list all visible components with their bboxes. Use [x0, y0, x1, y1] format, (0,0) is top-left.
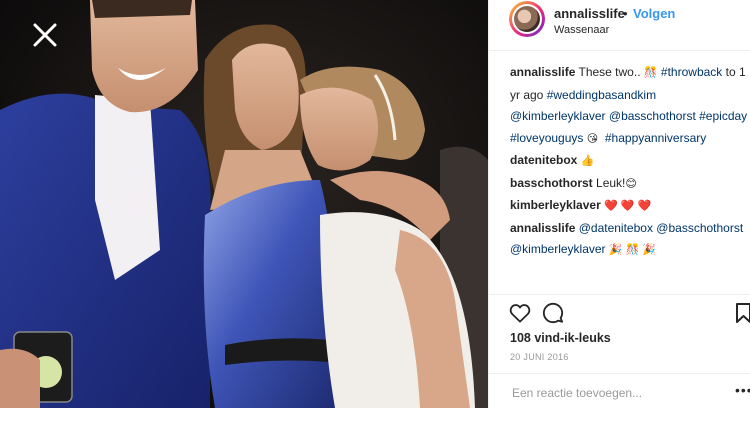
bottom-blank-area — [0, 408, 750, 431]
heart-icon[interactable] — [509, 303, 531, 323]
avatar[interactable] — [509, 1, 545, 37]
comment-username[interactable]: annalisslife — [510, 221, 575, 235]
comment: kimberleyklaver ❤️ ❤️ ❤️ — [510, 197, 750, 216]
comment-continuation: #loveyouguys 😘 #happyanniversary — [510, 130, 750, 149]
add-comment-input[interactable] — [510, 383, 714, 403]
close-icon[interactable] — [30, 20, 60, 50]
likes-count[interactable]: 108 vind-ik-leuks — [510, 331, 611, 345]
mention-link[interactable]: @kimberleyklaver — [510, 109, 606, 123]
comment-continuation: @kimberleyklaver @basschothorst #epicday — [510, 108, 750, 126]
comments-list: annalisslife These two.. 🎊 #throwback to… — [510, 64, 750, 264]
hashtag-link[interactable]: #weddingbasandkim — [547, 88, 656, 102]
emoji: ❤️ ❤️ ❤️ — [604, 200, 652, 212]
comment: datenitebox 👍 — [510, 152, 750, 171]
comment-username[interactable]: annalisslife — [510, 65, 575, 79]
comment-username[interactable]: kimberleyklaver — [510, 198, 601, 212]
mention-link[interactable]: @basschothorst — [656, 221, 743, 235]
party-photo-illustration — [0, 0, 488, 408]
bookmark-icon[interactable] — [736, 303, 750, 323]
comment: basschothorst Leuk!😊 — [510, 175, 750, 194]
comment: annalisslife @datenitebox @basschothorst — [510, 220, 750, 238]
hashtag-link[interactable]: #happyanniversary — [605, 131, 706, 145]
emoji: 👍 — [580, 155, 595, 167]
comment: annalisslife These two.. 🎊 #throwback to… — [510, 64, 750, 83]
hashtag-link[interactable]: #throwback — [661, 65, 722, 79]
post-location[interactable]: Wassenaar — [554, 24, 609, 36]
comment-continuation: yr ago #weddingbasandkim — [510, 87, 750, 105]
emoji: 🎊 — [643, 67, 658, 79]
follow-button[interactable]: Volgen — [633, 6, 675, 21]
post-photo — [0, 0, 488, 408]
comment-text — [598, 131, 605, 145]
comment-continuation: @kimberleyklaver 🎉 🎊 🎉 — [510, 241, 750, 260]
mention-link[interactable]: @kimberleyklaver — [510, 242, 606, 256]
comment-icon[interactable] — [542, 302, 564, 324]
post-actions: 108 vind-ik-leuks 20 JUNI 2016 ••• — [489, 294, 750, 409]
comment-username[interactable]: basschothorst — [510, 176, 593, 190]
comment-text: to 1 — [722, 65, 746, 79]
comment-text: Leuk! — [596, 175, 626, 190]
post-header: annalisslife • Volgen Wassenaar — [489, 0, 750, 51]
post-side-panel: annalisslife • Volgen Wassenaar annaliss… — [488, 0, 750, 408]
hashtag-link[interactable]: #epicday — [699, 109, 747, 123]
comment-text: These two.. — [578, 65, 644, 79]
post-date: 20 JUNI 2016 — [510, 352, 569, 362]
more-options-button[interactable]: ••• — [735, 382, 750, 398]
comment-username[interactable]: datenitebox — [510, 153, 577, 167]
add-comment-bar: ••• — [489, 373, 750, 410]
emoji: 🎉 🎊 🎉 — [608, 244, 657, 256]
mention-link[interactable]: @basschothorst — [609, 109, 696, 123]
post-username[interactable]: annalisslife — [554, 6, 625, 21]
comment-text: yr ago — [510, 87, 547, 102]
separator-dot: • — [623, 6, 628, 21]
hashtag-link[interactable]: #loveyouguys — [510, 131, 583, 145]
emoji: 😊 — [625, 177, 637, 190]
emoji: 😘 — [586, 132, 599, 145]
mention-link[interactable]: @datenitebox — [579, 221, 653, 235]
